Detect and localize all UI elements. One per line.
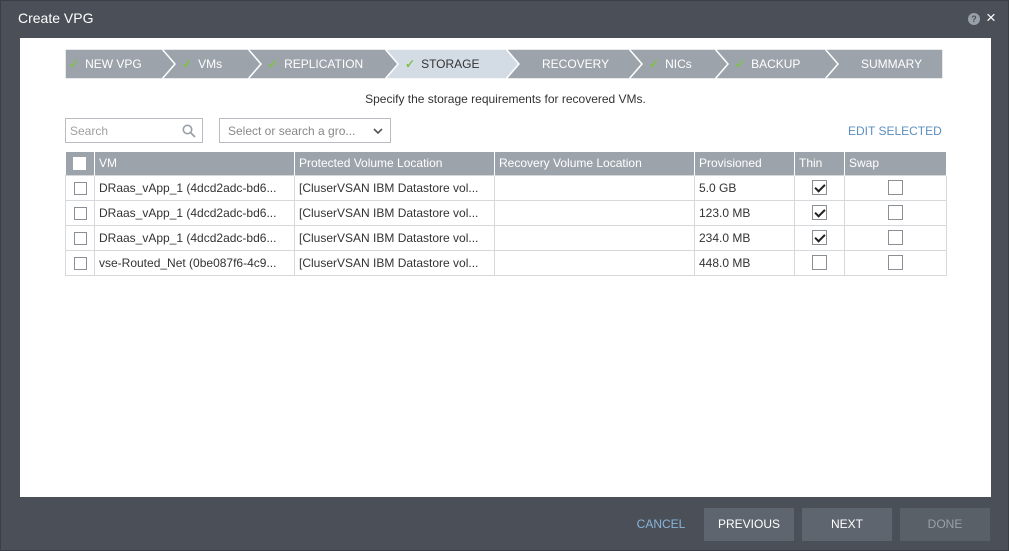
chevron-down-icon	[373, 128, 383, 135]
thin-checkbox[interactable]	[812, 255, 827, 271]
checkmark-icon: ✓	[405, 57, 416, 71]
wizard-step-label: ✓ VMs	[182, 57, 222, 71]
wizard-step-storage[interactable]: ✓ STORAGE	[385, 49, 525, 79]
wizard-step-text: SUMMARY	[861, 57, 923, 71]
thin-cell	[794, 199, 845, 226]
select-all-checkbox[interactable]	[73, 157, 87, 171]
swap-checkbox[interactable]	[888, 255, 903, 271]
swap-cell	[844, 199, 947, 226]
column-header-thin[interactable]: Thin	[794, 152, 845, 175]
protected-volume-cell[interactable]: [CluserVSAN IBM Datastore vol...	[294, 199, 495, 226]
checkmark-icon: ✓	[69, 57, 80, 71]
wizard-step-recovery[interactable]: RECOVERY	[506, 49, 648, 79]
recovery-volume-cell[interactable]	[494, 249, 695, 276]
wizard-step-text: BACKUP	[751, 57, 801, 71]
wizard-step-text: STORAGE	[421, 57, 480, 71]
wizard-step-summary[interactable]: SUMMARY	[825, 49, 943, 79]
vm-cell: DRaas_vApp_1 (4dcd2adc-bd6...	[94, 174, 295, 201]
column-header-vm[interactable]: VM	[94, 152, 295, 175]
swap-cell	[844, 249, 947, 276]
thin-cell	[794, 174, 845, 201]
thin-checkbox[interactable]	[812, 180, 827, 196]
dialog-title: Create VPG	[18, 10, 94, 26]
thin-checkbox[interactable]	[812, 230, 827, 246]
recovery-volume-cell[interactable]	[494, 224, 695, 251]
vm-cell: vse-Routed_Net (0be087f6-4c9...	[94, 249, 295, 276]
provisioned-cell: 448.0 MB	[694, 249, 795, 276]
provisioned-cell: 123.0 MB	[694, 199, 795, 226]
recovery-volume-cell[interactable]	[494, 199, 695, 226]
help-icon[interactable]: ?	[968, 13, 980, 25]
wizard-step-label: ✓ NICs	[649, 57, 692, 71]
checkmark-icon: ✓	[182, 57, 193, 71]
next-button[interactable]: NEXT	[802, 508, 892, 541]
row-select-cell	[65, 249, 95, 276]
wizard-step-text: NEW VPG	[85, 57, 142, 71]
vm-cell: DRaas_vApp_1 (4dcd2adc-bd6...	[94, 224, 295, 251]
wizard-steps: ✓ NEW VPG ✓ VMs ✓ REPLICATION ✓ STORAGE RECOVERY…	[65, 49, 943, 79]
table-row[interactable]: DRaas_vApp_1 (4dcd2adc-bd6... [CluserVSAN…	[65, 174, 947, 201]
wizard-step-label: ✓ STORAGE	[405, 57, 480, 71]
thin-checkbox[interactable]	[812, 205, 827, 221]
wizard-step-label: ✓ BACKUP	[735, 57, 800, 71]
swap-checkbox[interactable]	[888, 230, 903, 246]
row-select-cell	[65, 199, 95, 226]
dialog-content: ✓ NEW VPG ✓ VMs ✓ REPLICATION ✓ STORAGE RECOVERY…	[20, 38, 991, 497]
row-select-checkbox[interactable]	[73, 181, 87, 195]
title-bar: Create VPG ? ×	[1, 1, 1009, 38]
column-header-swap[interactable]: Swap	[844, 152, 947, 175]
wizard-step-label: ✓ NEW VPG	[69, 57, 142, 71]
checkmark-icon: ✓	[268, 57, 279, 71]
swap-cell	[844, 174, 947, 201]
swap-cell	[844, 224, 947, 251]
checkmark-icon: ✓	[649, 57, 660, 71]
search-input[interactable]	[70, 123, 175, 139]
search-icon[interactable]	[182, 124, 196, 138]
protected-volume-cell[interactable]: [CluserVSAN IBM Datastore vol...	[294, 174, 495, 201]
wizard-step-text: VMs	[198, 57, 223, 71]
wizard-step-label: ✓ REPLICATION	[268, 57, 363, 71]
row-select-checkbox[interactable]	[73, 206, 87, 220]
recovery-volume-cell[interactable]	[494, 174, 695, 201]
group-select[interactable]: Select or search a gro...	[219, 118, 391, 143]
edit-selected-link[interactable]: EDIT SELECTED	[848, 124, 942, 138]
previous-button[interactable]: PREVIOUS	[704, 508, 794, 541]
table-row[interactable]: DRaas_vApp_1 (4dcd2adc-bd6... [CluserVSAN…	[65, 224, 947, 251]
column-header-protected-volume[interactable]: Protected Volume Location	[294, 152, 495, 175]
checkmark-icon: ✓	[735, 57, 746, 71]
select-all-header	[65, 152, 95, 175]
table-row[interactable]: vse-Routed_Net (0be087f6-4c9... [CluserVS…	[65, 249, 947, 276]
search-box[interactable]	[65, 118, 203, 143]
swap-checkbox[interactable]	[888, 205, 903, 221]
wizard-step-replication[interactable]: ✓ REPLICATION	[248, 49, 404, 79]
close-icon[interactable]: ×	[984, 9, 998, 27]
vm-cell: DRaas_vApp_1 (4dcd2adc-bd6...	[94, 199, 295, 226]
row-select-cell	[65, 174, 95, 201]
table-row[interactable]: DRaas_vApp_1 (4dcd2adc-bd6... [CluserVSAN…	[65, 199, 947, 226]
provisioned-cell: 234.0 MB	[694, 224, 795, 251]
storage-table: VM Protected Volume Location Recovery Vo…	[65, 152, 947, 276]
row-select-checkbox[interactable]	[73, 231, 87, 245]
wizard-step-label: SUMMARY	[861, 57, 922, 71]
column-header-provisioned[interactable]: Provisioned	[694, 152, 795, 175]
thin-cell	[794, 249, 845, 276]
wizard-step-label: RECOVERY	[542, 57, 609, 71]
group-select-placeholder: Select or search a gro...	[228, 124, 356, 138]
done-button[interactable]: DONE	[900, 508, 990, 541]
wizard-step-text: REPLICATION	[284, 57, 364, 71]
cancel-button[interactable]: CANCEL	[631, 508, 691, 541]
thin-cell	[794, 224, 845, 251]
row-select-cell	[65, 224, 95, 251]
create-vpg-dialog: Create VPG ? × ✓ NEW VPG ✓ VMs ✓ REPLICATION ✓…	[0, 0, 1009, 551]
row-select-checkbox[interactable]	[73, 256, 87, 270]
table-header-row: VM Protected Volume Location Recovery Vo…	[65, 152, 947, 175]
protected-volume-cell[interactable]: [CluserVSAN IBM Datastore vol...	[294, 224, 495, 251]
swap-checkbox[interactable]	[888, 180, 903, 196]
wizard-step-text: RECOVERY	[542, 57, 610, 71]
column-header-recovery-volume[interactable]: Recovery Volume Location	[494, 152, 695, 175]
provisioned-cell: 5.0 GB	[694, 174, 795, 201]
page-subtitle: Specify the storage requirements for rec…	[365, 92, 646, 106]
wizard-step-text: NICs	[665, 57, 692, 71]
protected-volume-cell[interactable]: [CluserVSAN IBM Datastore vol...	[294, 249, 495, 276]
